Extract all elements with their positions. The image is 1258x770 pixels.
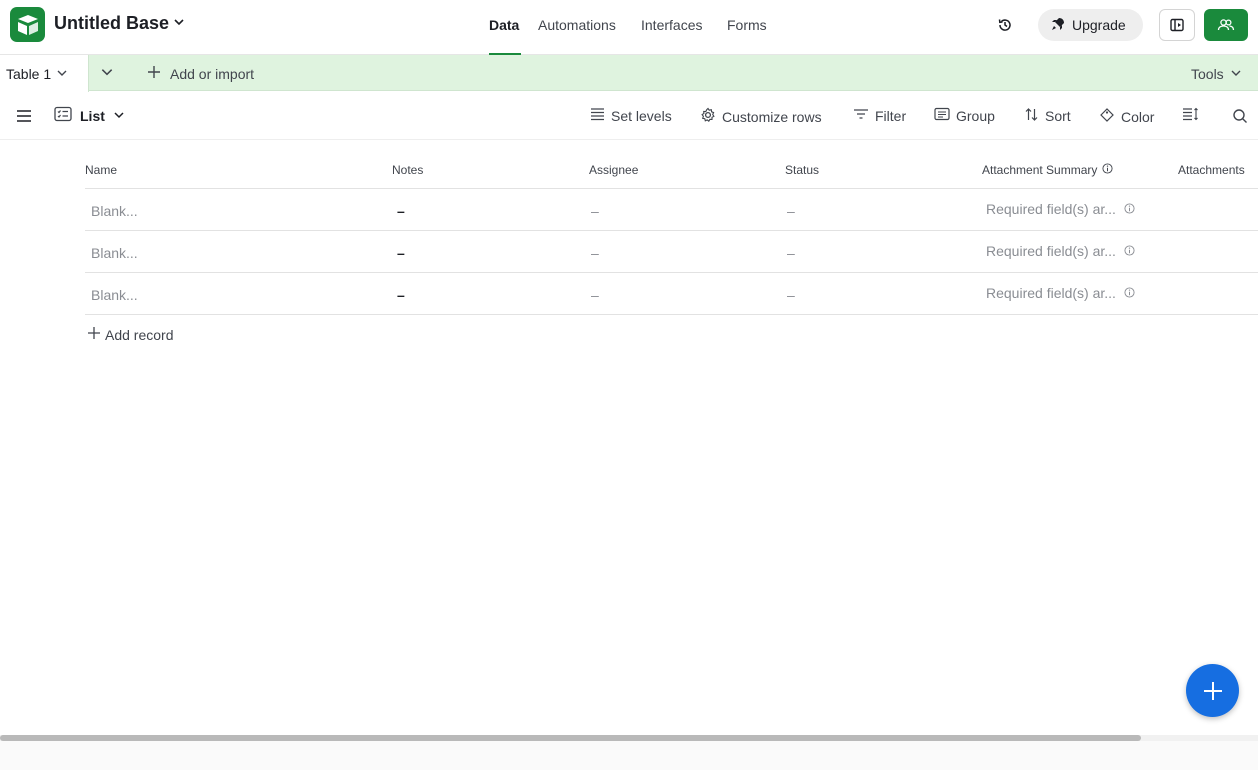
- app-header: Untitled Base Data Automations Interface…: [0, 0, 1258, 55]
- customize-rows-label: Customize rows: [722, 108, 822, 125]
- filter-icon: [853, 107, 869, 124]
- list-view-icon: [54, 106, 72, 125]
- add-record-label: Add record: [105, 326, 174, 343]
- sort-button[interactable]: Sort: [1024, 107, 1071, 125]
- column-header-label: Attachment Summary: [982, 163, 1098, 177]
- chevron-down-icon[interactable]: [100, 65, 114, 84]
- cell-name[interactable]: Blank...: [91, 203, 138, 219]
- history-icon[interactable]: [993, 13, 1017, 37]
- cell-attachment-summary[interactable]: Required field(s) ar...: [986, 285, 1135, 301]
- plus-icon: [147, 65, 161, 82]
- list-item[interactable]: Blank... – – – Required field(s) ar...: [85, 273, 1258, 315]
- column-header-status[interactable]: Status: [785, 163, 819, 177]
- plus-icon[interactable]: [1186, 664, 1239, 717]
- cell-notes[interactable]: –: [397, 287, 405, 303]
- tools-menu[interactable]: Tools: [1191, 66, 1242, 82]
- color-label: Color: [1121, 108, 1155, 125]
- cell-attachment-summary[interactable]: Required field(s) ar...: [986, 201, 1135, 217]
- cell-assignee[interactable]: –: [591, 245, 599, 261]
- users-icon[interactable]: [1204, 9, 1248, 41]
- chevron-down-icon: [113, 108, 125, 124]
- add-or-import-button[interactable]: Add or import: [147, 65, 254, 82]
- rocket-icon: [1050, 16, 1066, 35]
- customize-rows-button[interactable]: Customize rows: [700, 107, 822, 126]
- filter-button[interactable]: Filter: [853, 107, 906, 124]
- cell-notes[interactable]: –: [397, 203, 405, 219]
- view-name: List: [80, 107, 105, 124]
- info-icon[interactable]: [1124, 285, 1135, 301]
- sort-label: Sort: [1045, 108, 1071, 124]
- chevron-down-icon: [1230, 66, 1242, 82]
- group-icon: [934, 107, 950, 124]
- gear-icon: [700, 107, 716, 126]
- cell-status[interactable]: –: [787, 287, 795, 303]
- nav-forms[interactable]: Forms: [727, 17, 767, 33]
- info-icon[interactable]: [1124, 243, 1135, 259]
- info-icon[interactable]: [1124, 201, 1135, 217]
- set-levels-button[interactable]: Set levels: [590, 107, 672, 124]
- search-icon[interactable]: [1232, 108, 1248, 129]
- summary-text: Required field(s) ar...: [986, 285, 1116, 301]
- view-switcher[interactable]: List: [54, 106, 125, 125]
- nav-automations[interactable]: Automations: [538, 17, 616, 33]
- group-button[interactable]: Group: [934, 107, 995, 124]
- hamburger-menu-icon[interactable]: [16, 109, 32, 128]
- plus-icon: [87, 326, 101, 343]
- table-tabs-bar: Table 1 Add or import Tools: [0, 55, 1258, 92]
- chevron-down-icon[interactable]: [173, 15, 185, 33]
- column-header-notes[interactable]: Notes: [392, 163, 423, 177]
- color-button[interactable]: Color: [1099, 107, 1154, 126]
- info-icon[interactable]: [1102, 163, 1113, 177]
- column-header-attachment-summary[interactable]: Attachment Summary: [982, 163, 1113, 177]
- levels-icon: [590, 107, 605, 124]
- cell-status[interactable]: –: [787, 203, 795, 219]
- add-record-button[interactable]: Add record: [87, 326, 173, 343]
- cell-name[interactable]: Blank...: [91, 287, 138, 303]
- view-toolbar: List Set levels Customize rows Filter Gr…: [0, 92, 1258, 140]
- group-label: Group: [956, 107, 995, 124]
- cell-name[interactable]: Blank...: [91, 245, 138, 261]
- nav-data[interactable]: Data: [489, 17, 519, 33]
- summary-text: Required field(s) ar...: [986, 201, 1116, 217]
- list-item[interactable]: Blank... – – – Required field(s) ar...: [85, 231, 1258, 273]
- cell-notes[interactable]: –: [397, 245, 405, 261]
- add-import-label: Add or import: [170, 65, 255, 82]
- tab-table-1[interactable]: Table 1: [0, 55, 89, 92]
- chevron-down-icon[interactable]: [56, 66, 68, 82]
- upgrade-button[interactable]: Upgrade: [1038, 9, 1143, 41]
- row-height-icon[interactable]: [1182, 107, 1199, 121]
- upgrade-label: Upgrade: [1072, 17, 1126, 33]
- column-header-name[interactable]: Name: [85, 163, 117, 177]
- summary-text: Required field(s) ar...: [986, 243, 1116, 259]
- set-levels-label: Set levels: [611, 107, 672, 124]
- column-header-attachments[interactable]: Attachments: [1178, 163, 1245, 177]
- column-header-assignee[interactable]: Assignee: [589, 163, 638, 177]
- tab-label: Table 1: [6, 65, 52, 82]
- base-title[interactable]: Untitled Base: [54, 13, 169, 34]
- cell-attachment-summary[interactable]: Required field(s) ar...: [986, 243, 1135, 259]
- tools-label: Tools: [1191, 66, 1224, 82]
- sort-icon: [1024, 107, 1039, 125]
- filter-label: Filter: [875, 107, 907, 124]
- footer-strip: [0, 741, 1258, 770]
- share-panel-icon[interactable]: [1159, 9, 1195, 41]
- nav-interfaces[interactable]: Interfaces: [641, 17, 702, 33]
- list-item[interactable]: Blank... – – – Required field(s) ar...: [85, 189, 1258, 231]
- cell-assignee[interactable]: –: [591, 203, 599, 219]
- list-view: Name Notes Assignee Status Attachment Su…: [0, 141, 1258, 735]
- cell-assignee[interactable]: –: [591, 287, 599, 303]
- airtable-logo-icon[interactable]: [10, 7, 45, 42]
- cell-status[interactable]: –: [787, 245, 795, 261]
- paint-bucket-icon: [1099, 107, 1115, 126]
